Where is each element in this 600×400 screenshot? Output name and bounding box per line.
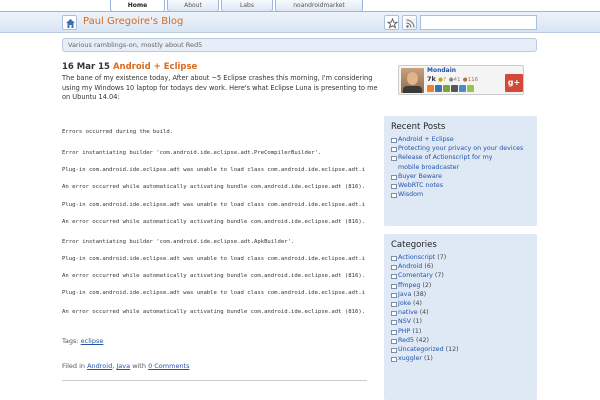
post-date: 16 Mar 15 [62, 62, 110, 72]
recent-post-link[interactable]: Buyer Beware [391, 172, 533, 181]
serverfault-icon [451, 85, 458, 92]
recent-post-link[interactable]: Release of Actionscript for my mobile br… [391, 153, 533, 171]
profile-name[interactable]: Mondain [427, 67, 456, 74]
tags-label: Tags: [62, 337, 79, 345]
blog-description: Various ramblings-on, mostly about Red5 [62, 38, 537, 52]
profile-reputation: 7k ●7 ●41 ●116 [427, 75, 478, 83]
post-divider [62, 380, 367, 381]
categories-widget: Categories Actionscript (7) Android (6) … [384, 234, 537, 400]
blog-title[interactable]: Paul Gregoire's Blog [83, 16, 183, 27]
home-button[interactable] [62, 15, 77, 30]
category-item[interactable]: Uncategorized (12) [391, 345, 533, 354]
recent-post-link[interactable]: WebRTC notes [391, 181, 533, 190]
reputation-value: 7k [427, 75, 436, 83]
category-item[interactable]: Actionscript (7) [391, 253, 533, 262]
recent-post-link[interactable]: Wisdom [391, 190, 533, 199]
post-meta: Filed in Android, Java with 0 Comments [62, 362, 190, 370]
star-icon [387, 18, 398, 29]
category-link-java[interactable]: Java [116, 362, 130, 370]
filed-separator: , [112, 362, 115, 370]
home-icon [66, 19, 75, 28]
category-item[interactable]: ffmpeg (2) [391, 281, 533, 290]
code-line: An error occurred while automatically ac… [62, 219, 366, 225]
recent-posts-heading: Recent Posts [391, 122, 446, 132]
category-item[interactable]: Android (6) [391, 262, 533, 271]
category-item[interactable]: Joke (4) [391, 299, 533, 308]
categories-heading: Categories [391, 240, 437, 250]
category-item[interactable]: native (4) [391, 308, 533, 317]
tag-link-eclipse[interactable]: eclipse [81, 337, 104, 345]
code-line: An error occurred while automatically ac… [62, 184, 366, 190]
recent-post-link[interactable]: Protecting your privacy on your devices [391, 144, 533, 153]
avatar [401, 68, 424, 93]
filed-in-label: Filed in [62, 362, 85, 370]
bronze-badges: ●116 [462, 77, 479, 83]
rss-button[interactable] [402, 15, 417, 30]
post-tags: Tags: eclipse [62, 337, 103, 345]
favorite-button[interactable] [384, 15, 399, 30]
askubuntu-icon [443, 85, 450, 92]
rss-icon [405, 18, 416, 29]
category-link-android[interactable]: Android [87, 362, 112, 370]
category-item[interactable]: xuggler (1) [391, 354, 533, 363]
code-line: Plug-in com.android.ide.eclipse.adt was … [62, 256, 366, 262]
category-item[interactable]: Java (38) [391, 290, 533, 299]
code-line: Plug-in com.android.ide.eclipse.adt was … [62, 202, 366, 208]
silver-badges: ●41 [448, 77, 461, 83]
post-title-link[interactable]: Android + Eclipse [113, 62, 197, 72]
comments-link[interactable]: 0 Comments [148, 362, 189, 370]
stackoverflow-icon [427, 85, 434, 92]
code-line: Error instantiating builder 'com.android… [62, 150, 322, 156]
code-line: Error instantiating builder 'com.android… [62, 239, 295, 245]
code-line: Errors occurred during the build. [62, 129, 174, 135]
android-icon [467, 85, 474, 92]
recent-posts-list: Android + Eclipse Protecting your privac… [384, 135, 537, 203]
post-intro: The bane of my existence today, After ab… [62, 74, 378, 101]
meta-icon [459, 85, 466, 92]
search-input[interactable] [420, 15, 537, 30]
with-label: with [132, 362, 146, 370]
google-plus-button[interactable]: g+ [505, 74, 523, 92]
category-item[interactable]: NSV (1) [391, 317, 533, 326]
code-line: Plug-in com.android.ide.eclipse.adt was … [62, 167, 366, 173]
category-item[interactable]: PHP (1) [391, 327, 533, 336]
profile-site-icons [427, 85, 474, 92]
recent-posts-widget: Recent Posts Android + Eclipse Protectin… [384, 116, 537, 226]
category-item[interactable]: Red5 (42) [391, 336, 533, 345]
recent-post-link[interactable]: Android + Eclipse [391, 135, 533, 144]
code-line: An error occurred while automatically ac… [62, 273, 366, 279]
category-item[interactable]: Comentary (7) [391, 271, 533, 280]
site-header: Paul Gregoire's Blog [0, 11, 600, 33]
code-line: An error occurred while automatically ac… [62, 309, 366, 315]
categories-list: Actionscript (7) Android (6) Comentary (… [384, 253, 537, 367]
code-line: Plug-in com.android.ide.eclipse.adt was … [62, 290, 366, 296]
gold-badges: ●7 [438, 77, 447, 83]
superuser-icon [435, 85, 442, 92]
post-header: 16 Mar 15 Android + Eclipse [62, 62, 197, 72]
